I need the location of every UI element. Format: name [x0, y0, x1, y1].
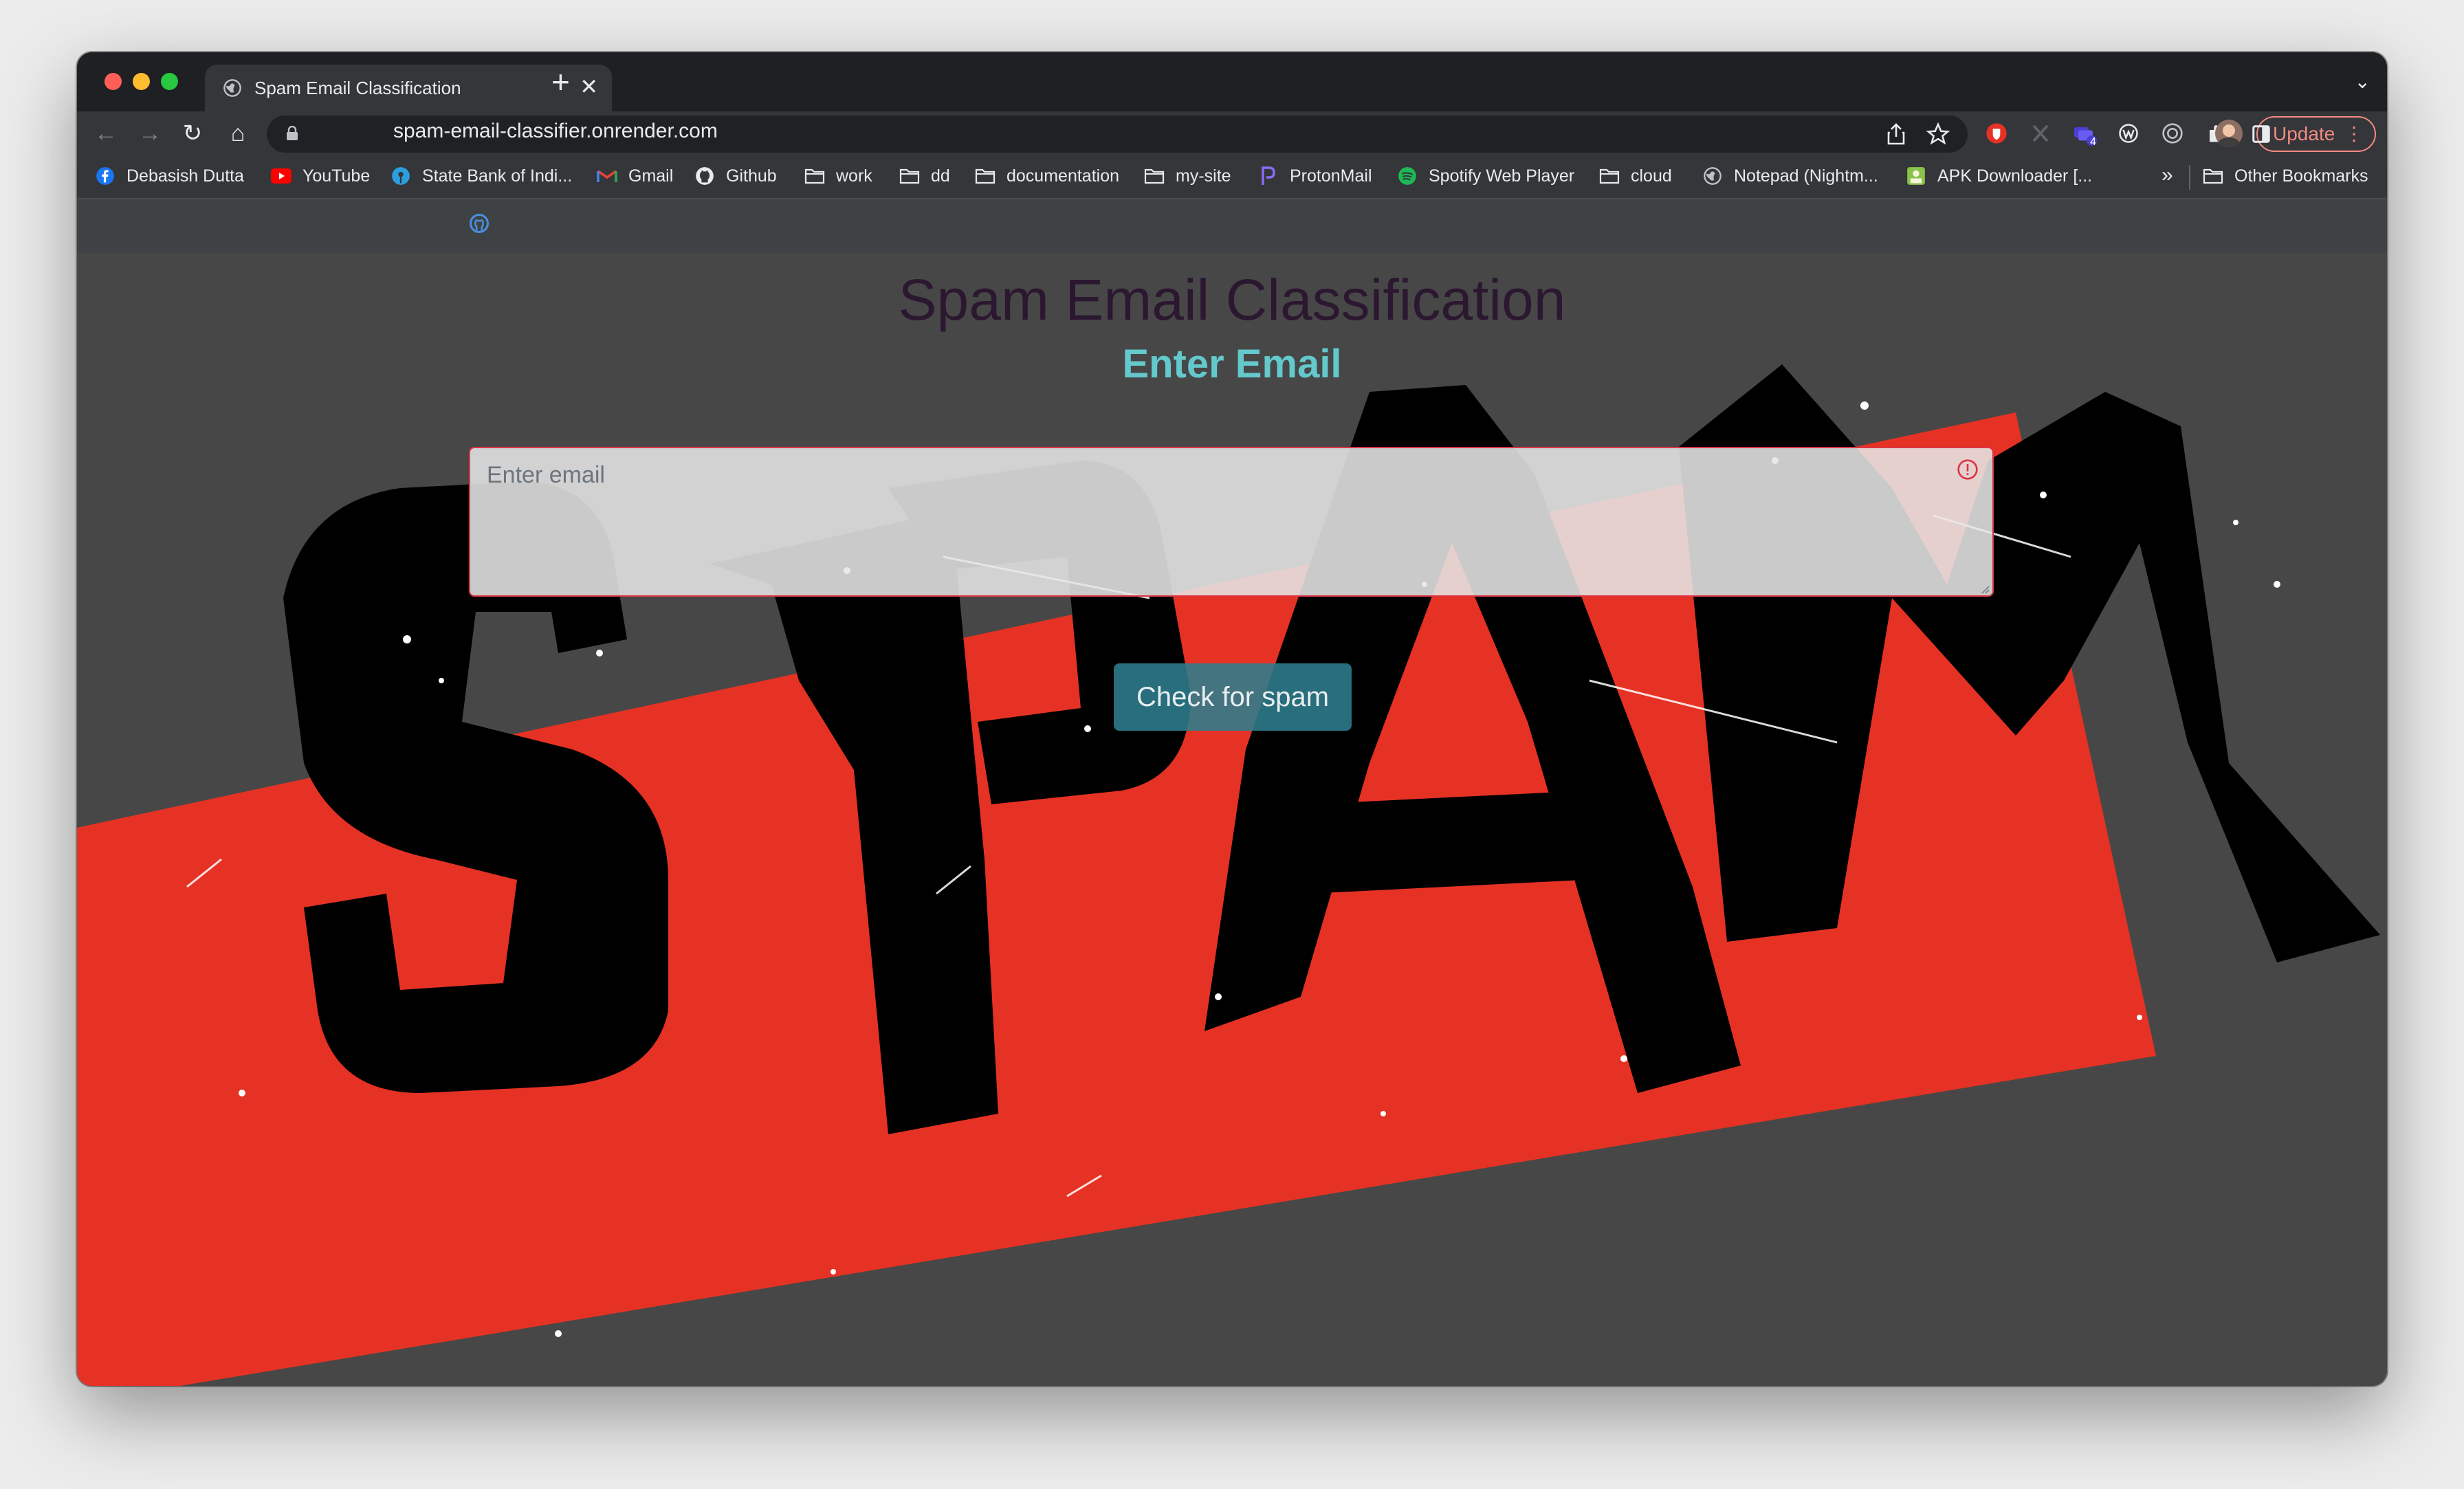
bookmark-label: ProtonMail — [1290, 166, 1372, 186]
tab-title: Spam Email Classification — [254, 78, 461, 98]
folder-icon — [2203, 166, 2223, 186]
target-extension-icon[interactable] — [2157, 118, 2188, 148]
apk-icon — [1906, 166, 1926, 186]
tab-search-icon[interactable]: ⌄ — [2355, 70, 2370, 93]
protonmail-icon — [1258, 166, 1279, 186]
check-for-spam-button[interactable]: Check for spam — [1114, 663, 1352, 731]
avatar-body — [2218, 137, 2240, 147]
bookmark-item[interactable]: Github — [694, 162, 777, 190]
spacer4 — [2219, 121, 2220, 122]
bookmark-item[interactable]: dd — [899, 162, 950, 190]
extension-badge: 4 — [2090, 136, 2096, 148]
gmail-icon — [597, 166, 617, 186]
sidepanel-icon[interactable] — [2251, 124, 2272, 144]
bookmark-item[interactable]: State Bank of Indi... — [390, 162, 572, 190]
menu-dots-icon: ⋮ — [2344, 123, 2364, 144]
bookmarks-bar: Debasish Dutta YouTube State Bank of Ind… — [77, 157, 2387, 199]
folder-icon — [804, 166, 825, 186]
resize-grip-icon[interactable] — [1979, 583, 1990, 594]
bookmark-item[interactable]: APK Downloader [... — [1906, 162, 2092, 190]
bookmark-label: documentation — [1006, 166, 1120, 186]
forward-button[interactable]: → — [135, 118, 165, 148]
spotify-icon — [1397, 166, 1418, 186]
zoom-window-button[interactable] — [161, 73, 178, 90]
bookmark-label: cloud — [1631, 166, 1672, 186]
tab-strip: Spam Email Classification ✕ + ⌄ — [77, 52, 2387, 111]
bookmark-item[interactable]: Spotify Web Player — [1397, 162, 1574, 190]
bookmark-label: YouTube — [302, 166, 371, 186]
enter-email-heading: Enter Email — [1122, 342, 1342, 386]
bookmark-item[interactable]: cloud — [1599, 162, 1672, 190]
bookmark-label: State Bank of Indi... — [422, 166, 573, 186]
browser-toolbar: ← → ↻ ⌂ spam-email-classifier.onrender.c… — [77, 111, 2387, 157]
github-icon[interactable] — [469, 213, 490, 234]
site-navbar — [77, 199, 2387, 253]
bookmark-item[interactable]: my-site — [1144, 162, 1231, 190]
close-window-button[interactable] — [104, 73, 122, 90]
exclamation-circle-icon — [1957, 459, 1978, 480]
bookmark-label: dd — [931, 166, 950, 186]
minimize-window-button[interactable] — [133, 73, 150, 90]
x-extension-icon[interactable] — [2025, 118, 2056, 148]
browser-window: Spam Email Classification ✕ + ⌄ ← → ↻ ⌂ … — [77, 52, 2387, 1386]
bookmark-label: APK Downloader [... — [1937, 166, 2093, 186]
w-extension-icon[interactable] — [2113, 118, 2144, 148]
close-tab-icon[interactable]: ✕ — [580, 74, 598, 99]
facebook-icon — [95, 166, 116, 186]
update-label: Update — [2273, 123, 2335, 144]
bookmarks-divider — [2189, 165, 2190, 190]
sbi-icon — [390, 166, 411, 186]
folder-icon — [899, 166, 920, 186]
other-bookmarks[interactable]: Other Bookmarks — [2203, 162, 2368, 190]
back-button[interactable]: ← — [91, 118, 121, 148]
shield-extension-icon[interactable] — [1981, 118, 2012, 148]
bookmark-label: Notepad (Nightm... — [1734, 166, 1878, 186]
bookmark-label: work — [836, 166, 872, 186]
bookmark-item[interactable]: YouTube — [271, 162, 370, 190]
profile-avatar[interactable] — [2215, 120, 2243, 147]
home-button[interactable]: ⌂ — [223, 118, 253, 148]
update-button[interactable]: Update ⋮ — [2256, 116, 2376, 152]
share-icon[interactable] — [1886, 123, 1906, 145]
avatar-face — [2223, 124, 2235, 137]
bookmark-item[interactable]: Notepad (Nightm... — [1702, 162, 1878, 190]
other-bookmarks-label: Other Bookmarks — [2234, 166, 2368, 186]
bookmark-label: my-site — [1176, 166, 1231, 186]
bookmark-item[interactable]: Gmail — [597, 162, 673, 190]
star-icon[interactable] — [1926, 122, 1950, 146]
new-tab-button[interactable]: + — [551, 66, 570, 98]
bookmark-item[interactable]: Debasish Dutta — [95, 162, 244, 190]
bookmarks-overflow-button[interactable]: » — [2162, 164, 2173, 187]
tabs-extension-icon[interactable]: 4 — [2069, 118, 2100, 148]
web-page: Spam Email Classification Enter Email Ch… — [77, 199, 2387, 1386]
bookmark-label: Gmail — [628, 166, 674, 186]
bookmark-item[interactable]: documentation — [975, 162, 1119, 190]
bookmark-label: Github — [726, 166, 777, 186]
folder-icon — [1599, 166, 1620, 186]
url-text: spam-email-classifier.onrender.com — [393, 120, 718, 142]
youtube-icon — [271, 166, 292, 186]
address-bar[interactable]: spam-email-classifier.onrender.com — [267, 115, 1968, 153]
page-title: Spam Email Classification — [898, 267, 1566, 332]
folder-icon — [1144, 166, 1165, 186]
folder-icon — [975, 166, 996, 186]
email-input[interactable] — [469, 447, 1994, 597]
globe-icon — [223, 79, 241, 97]
bookmark-label: Spotify Web Player — [1429, 166, 1575, 186]
globe-icon — [1702, 166, 1723, 186]
bookmark-label: Debasish Dutta — [126, 166, 244, 186]
github-icon — [694, 166, 715, 186]
lock-icon — [287, 126, 298, 140]
reload-button[interactable]: ↻ — [177, 118, 208, 148]
bookmark-item[interactable]: ProtonMail — [1258, 162, 1372, 190]
bookmark-item[interactable]: work — [804, 162, 872, 190]
